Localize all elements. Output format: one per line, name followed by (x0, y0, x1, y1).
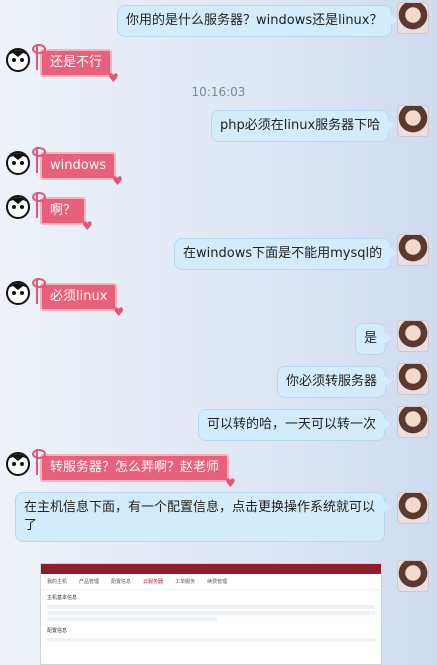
avatar-other (6, 48, 30, 72)
message-text: 在windows下面是不能用mysql的 (183, 246, 383, 261)
message-bubble: 你用的是什么服务器？windows还是linux？ (117, 5, 398, 37)
message-text: windows (50, 158, 107, 173)
message-pink-bubble: 转服务器？怎么弄啊？赵老师 ♥ (32, 449, 236, 489)
screenshot-section: 配置信息 (47, 628, 68, 634)
avatar-other (6, 151, 30, 175)
screenshot-row (47, 638, 375, 642)
message-text: 你用的是什么服务器？windows还是linux？ (126, 13, 383, 28)
message-text: 必须linux (50, 289, 108, 304)
avatar-me (397, 234, 429, 266)
avatar-me (397, 363, 429, 395)
message-text: 是 (364, 331, 378, 346)
bubble-tail (385, 333, 393, 343)
screenshot-tab: 产品管理 (79, 579, 100, 585)
screenshot-row (47, 617, 217, 621)
screenshot-header (41, 564, 381, 574)
message-text: 转服务器？怎么弄啊？赵老师 (50, 460, 220, 475)
heart-icon: ♥ (112, 174, 123, 188)
screenshot-tab: 续费管理 (207, 579, 228, 585)
timestamp: 10:16:03 (191, 85, 246, 99)
message-bubble: 在主机信息下面，有一个配置信息，点击更换操作系统就可以了 (15, 492, 391, 542)
bubble-tail (388, 120, 396, 130)
avatar-me (397, 560, 429, 592)
heart-icon: ♥ (82, 219, 93, 233)
screenshot-tab: 配置信息 (111, 579, 132, 585)
heart-icon: ♥ (108, 71, 119, 85)
bubble-tail (384, 419, 392, 429)
avatar-me (397, 2, 429, 34)
avatar-other (6, 195, 30, 219)
bow-icon (32, 147, 50, 173)
message-pink-bubble: 必须linux ♥ (32, 278, 124, 318)
avatar-me (397, 492, 429, 524)
message-text: 可以转的哈，一天可以转一次 (207, 417, 377, 432)
heart-icon: ♥ (225, 476, 236, 490)
screenshot-tab: 工单服务 (175, 579, 196, 585)
avatar-me (397, 320, 429, 352)
avatar-me (397, 406, 429, 438)
avatar-me (397, 105, 429, 137)
message-text: 还是不行 (50, 55, 103, 70)
avatar-other (6, 281, 30, 305)
message-bubble: php必须在linux服务器下哈 (211, 110, 396, 142)
message-text: php必须在linux服务器下哈 (220, 118, 381, 133)
bow-icon (32, 192, 50, 218)
screenshot-tab-active: 云服务器 (143, 579, 164, 585)
heart-icon: ♥ (113, 305, 125, 319)
message-pink-bubble: 啊？ ♥ (32, 192, 93, 232)
bow-icon (32, 44, 50, 70)
screenshot-row (47, 611, 375, 615)
message-bubble: 你必须转服务器 (277, 366, 393, 398)
message-text: 你必须转服务器 (286, 374, 378, 389)
bow-icon (32, 449, 50, 475)
message-text: 在主机信息下面，有一个配置信息，点击更换操作系统就可以了 (24, 500, 376, 533)
chat-window: 你用的是什么服务器？windows还是linux？ 还是不行 ♥ 10:16:0… (0, 0, 437, 665)
message-pink-bubble: 还是不行 ♥ (32, 44, 119, 84)
message-bubble: 是 (355, 323, 393, 355)
screenshot-title: 我的主机 (47, 579, 68, 585)
message-bubble: 可以转的哈，一天可以转一次 (198, 409, 392, 441)
bubble-tail (385, 376, 393, 386)
avatar-other (6, 452, 30, 476)
message-text: 啊？ (50, 203, 77, 218)
screenshot-section: 主机基本信息 (47, 595, 78, 601)
bow-icon (32, 278, 50, 304)
message-pink-bubble: windows ♥ (32, 147, 123, 187)
message-bubble: 在windows下面是不能用mysql的 (174, 238, 398, 270)
bubble-tail (384, 502, 391, 512)
screenshot-tabs: 我的主机 产品管理 配置信息 云服务器 工单服务 续费管理 (41, 574, 381, 590)
screenshot-row (47, 605, 375, 609)
